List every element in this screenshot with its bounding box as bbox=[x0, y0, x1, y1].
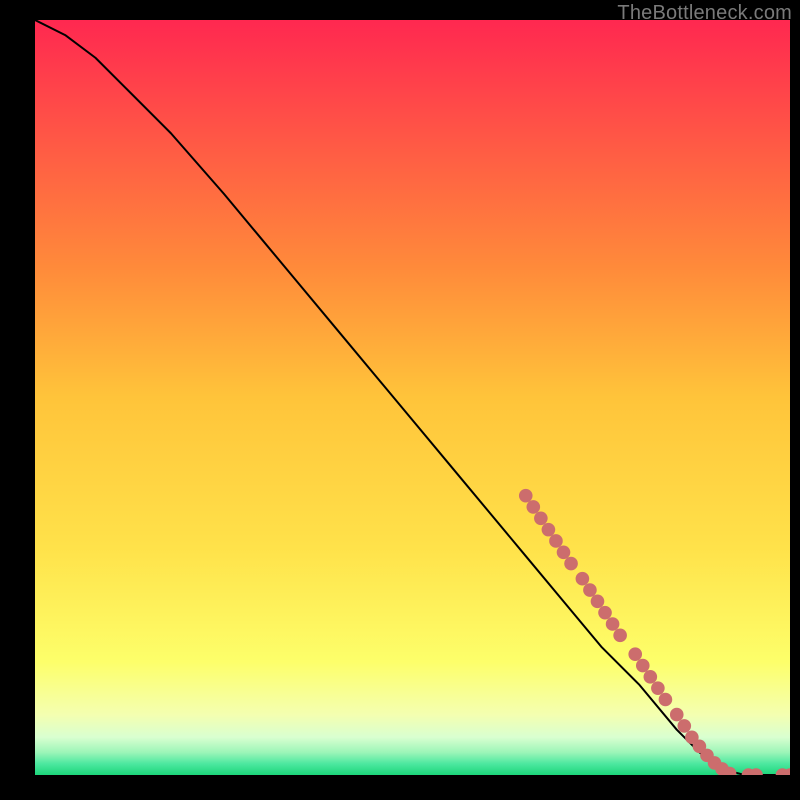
chart-marker bbox=[534, 512, 548, 526]
chart-marker bbox=[651, 681, 665, 695]
chart-marker bbox=[591, 595, 605, 609]
chart-marker bbox=[583, 583, 597, 597]
chart-marker bbox=[678, 719, 692, 733]
chart-marker bbox=[564, 557, 578, 571]
chart-plot-area bbox=[35, 20, 790, 775]
chart-marker bbox=[519, 489, 533, 503]
chart-marker bbox=[598, 606, 612, 620]
chart-marker bbox=[670, 708, 684, 722]
chart-background bbox=[35, 20, 790, 775]
chart-marker bbox=[606, 617, 620, 631]
chart-marker bbox=[613, 629, 627, 643]
chart-marker bbox=[542, 523, 556, 537]
chart-marker bbox=[644, 670, 658, 684]
chart-marker bbox=[527, 500, 541, 514]
chart-marker bbox=[659, 693, 673, 707]
chart-marker bbox=[628, 647, 642, 661]
chart-marker bbox=[636, 659, 650, 673]
chart-marker bbox=[557, 545, 571, 559]
chart-svg bbox=[35, 20, 790, 775]
chart-marker bbox=[576, 572, 590, 586]
watermark-text: TheBottleneck.com bbox=[617, 2, 792, 25]
chart-marker bbox=[549, 534, 563, 548]
chart-outer: TheBottleneck.com bbox=[0, 0, 800, 800]
